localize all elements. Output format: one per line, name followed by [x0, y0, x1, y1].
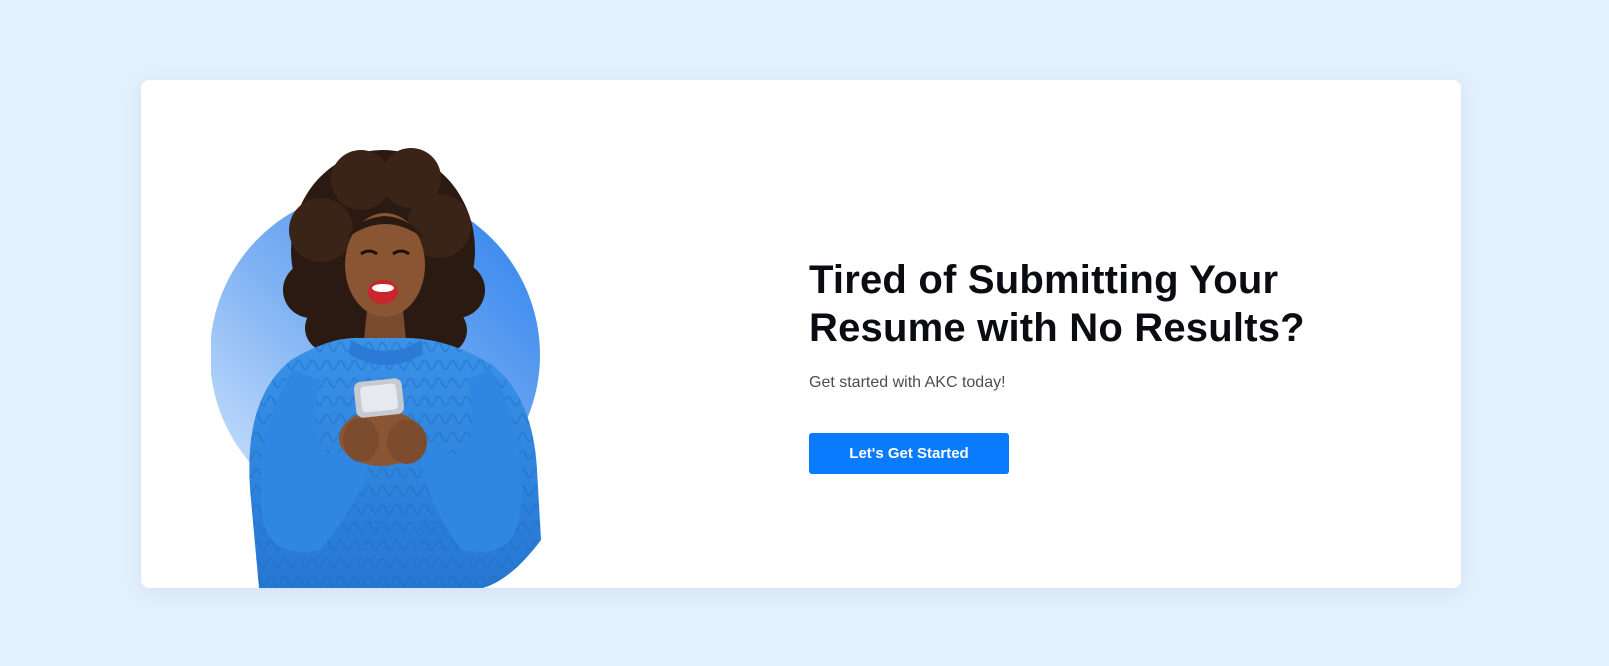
get-started-button[interactable]: Let's Get Started	[809, 433, 1009, 474]
hero-subtext: Get started with AKC today!	[809, 374, 1006, 391]
phone-shape	[353, 378, 405, 418]
hero-headline: Tired of Submitting Your Resume with No …	[809, 258, 1305, 350]
hero-banner-card: Tired of Submitting Your Resume with No …	[141, 80, 1461, 588]
hero-image	[211, 140, 551, 588]
hero-content: Tired of Submitting Your Resume with No …	[809, 256, 1369, 474]
